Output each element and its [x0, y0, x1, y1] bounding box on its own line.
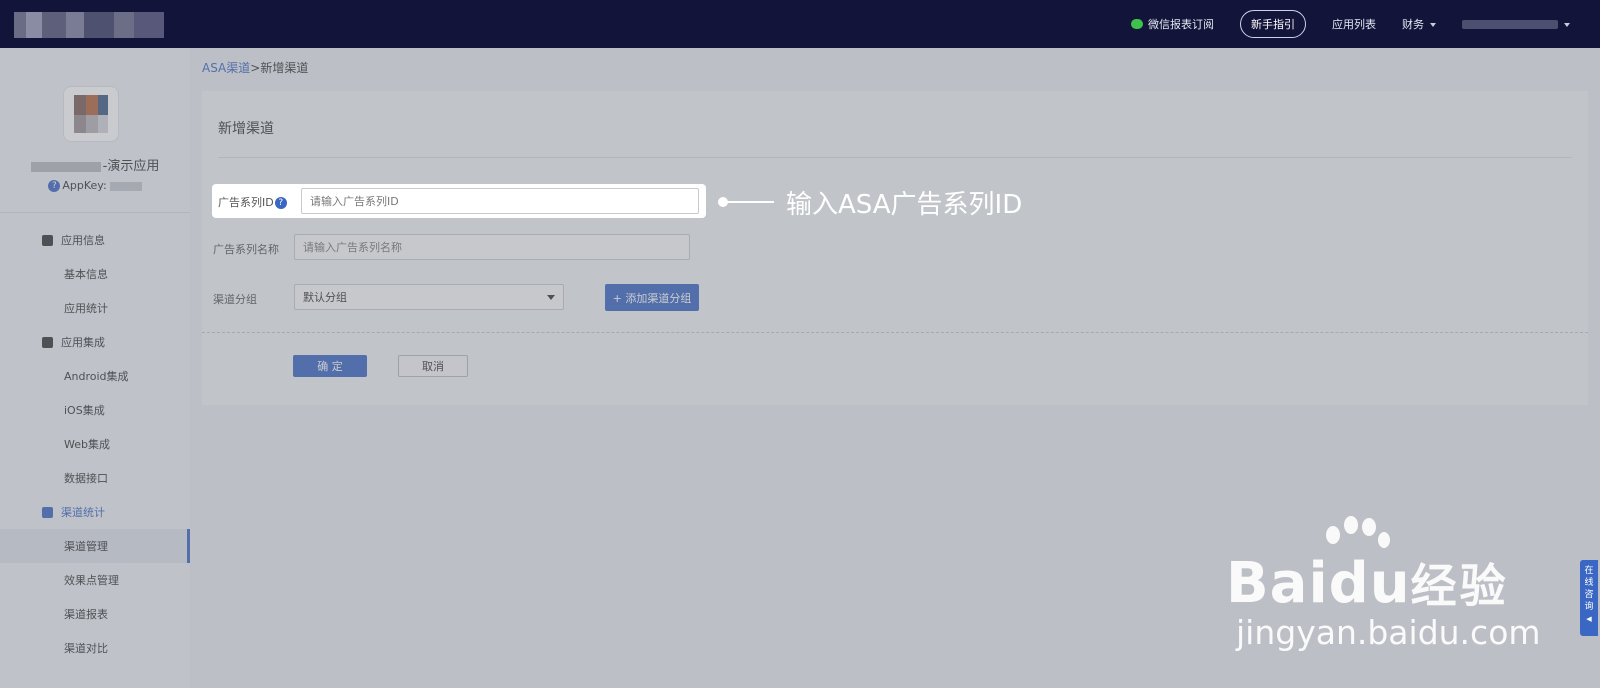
wechat-report-label: 微信报表订阅 [1148, 18, 1214, 31]
callout-text: 输入ASA广告系列ID [786, 190, 1023, 220]
watermark-brand: Baidu经验 [1226, 550, 1509, 616]
finance-label: 财务 [1402, 18, 1424, 31]
finance-menu[interactable]: 财务 [1402, 16, 1436, 32]
highlighted-campaign-id-row: 广告系列ID? 请输入广告系列ID [213, 185, 705, 217]
arrow-left-icon: ◀ [1586, 615, 1592, 623]
callout-line [726, 201, 774, 203]
app-list-link[interactable]: 应用列表 [1332, 16, 1376, 32]
logo[interactable] [14, 12, 164, 38]
wechat-icon [1131, 19, 1143, 29]
online-consult-tab[interactable]: 在线咨询 ◀ [1580, 560, 1598, 636]
campaign-id-label-text: 广告系列ID [218, 196, 274, 209]
consult-label: 在线咨询 [1584, 566, 1594, 612]
watermark-url: jingyan.baidu.com [1236, 613, 1541, 652]
guide-button[interactable]: 新手指引 [1240, 10, 1306, 38]
wechat-report-link[interactable]: 微信报表订阅 [1131, 16, 1214, 32]
account-email-redacted [1462, 20, 1558, 29]
account-menu[interactable] [1462, 18, 1570, 31]
chevron-down-icon [1564, 22, 1570, 27]
help-icon[interactable]: ? [274, 197, 287, 209]
campaign-id-input[interactable]: 请输入广告系列ID [301, 188, 699, 214]
chevron-down-icon [1430, 23, 1436, 27]
top-navbar: 微信报表订阅 新手指引 应用列表 财务 [0, 0, 1600, 48]
watermark-brand-jingyan: 经验 [1410, 559, 1509, 613]
campaign-id-label: 广告系列ID? [218, 194, 289, 210]
watermark-brand-bai: Bai [1226, 551, 1329, 616]
watermark-brand-du: du [1328, 551, 1411, 616]
